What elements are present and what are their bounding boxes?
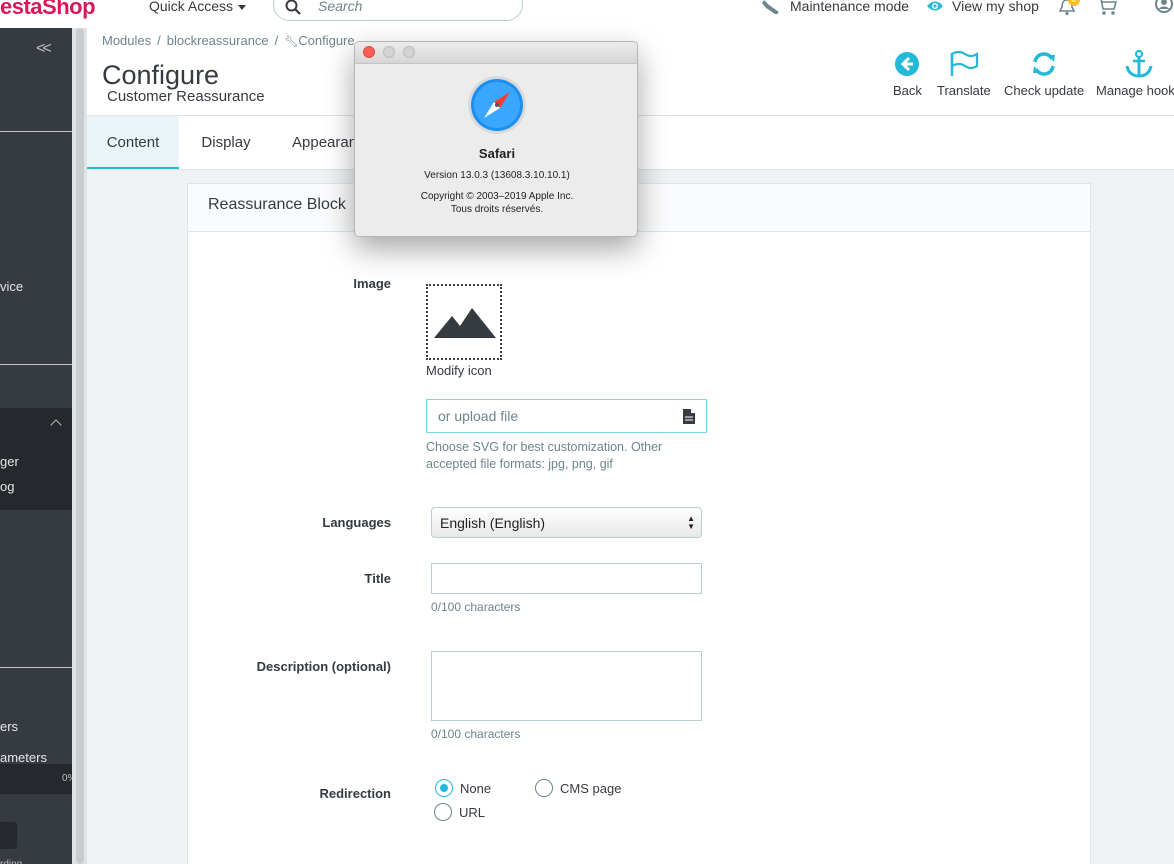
minimize-window-button bbox=[383, 46, 395, 58]
admin-sidebar: << vice ger og ers ameters 0% rding bbox=[0, 28, 72, 864]
anchor-icon bbox=[1125, 50, 1153, 78]
description-textarea[interactable] bbox=[431, 651, 702, 721]
breadcrumb-current: Configure bbox=[298, 33, 355, 48]
safari-compass-icon bbox=[468, 76, 526, 134]
description-char-counter: 0/100 characters bbox=[431, 727, 521, 741]
upload-placeholder: or upload file bbox=[438, 408, 519, 424]
dialog-titlebar[interactable] bbox=[355, 42, 637, 64]
sidebar-divider bbox=[0, 131, 72, 132]
search-icon bbox=[285, 0, 301, 15]
radio-empty-icon bbox=[535, 779, 553, 797]
orders-cart[interactable] bbox=[1097, 0, 1118, 19]
radio-label: None bbox=[460, 780, 492, 796]
onboarding-button[interactable] bbox=[0, 822, 17, 849]
breadcrumb-modules[interactable]: Modules bbox=[102, 33, 151, 48]
languages-label: Languages bbox=[322, 515, 391, 530]
tab-content[interactable]: Content bbox=[87, 116, 179, 170]
language-selected-value: English (English) bbox=[440, 515, 546, 531]
quick-access-label: Quick Access bbox=[149, 0, 234, 14]
top-bar: estaShop Quick Access Maintenance mode V… bbox=[0, 0, 1174, 24]
redirection-none-radio[interactable]: None bbox=[435, 779, 491, 797]
close-window-button[interactable] bbox=[363, 46, 375, 58]
radio-empty-icon bbox=[434, 803, 452, 821]
wrench-icon: 🔧︎ bbox=[284, 36, 299, 48]
description-label: Description (optional) bbox=[256, 659, 391, 674]
upload-file-field[interactable]: or upload file bbox=[426, 399, 707, 433]
manage-hooks-button[interactable]: Manage hooks bbox=[1096, 50, 1174, 98]
sidebar-subitem-partial[interactable]: ger bbox=[0, 454, 19, 469]
sidebar-scrollbar[interactable] bbox=[72, 28, 87, 864]
title-label: Title bbox=[364, 571, 392, 586]
back-label: Back bbox=[893, 83, 922, 98]
translate-button[interactable]: Translate bbox=[937, 50, 991, 98]
page-title: Configure bbox=[102, 60, 220, 90]
redirection-url-radio[interactable]: URL bbox=[434, 803, 485, 821]
search-box[interactable] bbox=[273, 0, 523, 21]
radio-label: CMS page bbox=[560, 780, 622, 796]
app-name: Safari bbox=[478, 146, 516, 161]
refresh-icon bbox=[1033, 52, 1056, 76]
page-subtitle: Customer Reassurance bbox=[107, 88, 265, 105]
sidebar-item-partial[interactable]: ers bbox=[0, 719, 18, 734]
quick-access-menu[interactable]: Quick Access bbox=[149, 0, 247, 14]
eye-icon bbox=[927, 1, 943, 11]
card-header: Reassurance Block bbox=[188, 184, 1090, 232]
card-title: Reassurance Block bbox=[208, 196, 346, 213]
progress-percent: 0% bbox=[62, 773, 72, 784]
title-char-counter: 0/100 characters bbox=[431, 600, 521, 614]
sidebar-subitem-partial[interactable]: og bbox=[0, 479, 14, 494]
brand-logo[interactable]: estaShop bbox=[0, 0, 96, 20]
sidebar-divider bbox=[0, 667, 72, 668]
image-preview[interactable] bbox=[426, 284, 502, 360]
back-button[interactable]: Back bbox=[893, 50, 922, 98]
zoom-window-button bbox=[403, 46, 415, 58]
flag-icon bbox=[950, 50, 978, 76]
select-arrows-icon: ▲ ▼ bbox=[687, 514, 695, 531]
image-label: Image bbox=[353, 276, 391, 291]
mountain-icon bbox=[434, 308, 496, 338]
search-input[interactable] bbox=[318, 0, 508, 15]
back-arrow-icon bbox=[895, 52, 920, 76]
cart-icon bbox=[1100, 0, 1118, 15]
file-icon bbox=[683, 409, 695, 424]
view-shop-label: View my shop bbox=[952, 0, 1039, 14]
breadcrumb-separator: / bbox=[274, 33, 279, 48]
redirection-label: Redirection bbox=[319, 786, 391, 801]
translate-label: Translate bbox=[937, 83, 991, 98]
sidebar-item-partial[interactable]: ameters bbox=[0, 750, 47, 765]
sidebar-item-partial: rding bbox=[0, 859, 22, 864]
wrench-icon bbox=[762, 0, 779, 14]
user-account[interactable] bbox=[1152, 0, 1174, 19]
manage-hooks-label: Manage hooks bbox=[1096, 83, 1174, 98]
radio-label: URL bbox=[459, 804, 486, 820]
breadcrumb-module[interactable]: blockreassurance bbox=[167, 33, 269, 48]
upload-help-text: Choose SVG for best customization. Other… bbox=[426, 440, 663, 471]
tab-display[interactable]: Display bbox=[179, 116, 273, 170]
check-update-label: Check update bbox=[1004, 83, 1085, 98]
app-rights: Tous droits réservés. bbox=[450, 204, 544, 215]
title-input[interactable] bbox=[431, 563, 702, 594]
sidebar-item-partial[interactable]: vice bbox=[0, 279, 23, 294]
breadcrumb-separator: / bbox=[157, 33, 161, 48]
check-update-button[interactable]: Check update bbox=[1004, 50, 1084, 98]
app-version: Version 13.0.3 (13608.3.10.10.1) bbox=[424, 170, 570, 181]
collapse-sidebar-icon[interactable]: << bbox=[36, 40, 52, 58]
view-shop-link[interactable]: View my shop bbox=[926, 0, 1039, 14]
caret-down-icon bbox=[238, 4, 247, 10]
maintenance-mode-label: Maintenance mode bbox=[790, 0, 910, 14]
app-copyright: Copyright © 2003–2019 Apple Inc. bbox=[420, 191, 574, 202]
modify-icon-link[interactable]: Modify icon bbox=[426, 363, 492, 378]
sidebar-divider bbox=[0, 364, 72, 365]
radio-selected-icon bbox=[435, 779, 453, 797]
language-select[interactable]: English (English) ▲ ▼ bbox=[431, 507, 702, 538]
breadcrumb: Modules / blockreassurance / 🔧︎Configure bbox=[102, 33, 355, 48]
maintenance-mode-link[interactable]: Maintenance mode bbox=[762, 0, 909, 14]
user-icon bbox=[1155, 0, 1173, 13]
redirection-cms-radio[interactable]: CMS page bbox=[535, 779, 621, 797]
about-safari-dialog: Safari Version 13.0.3 (13608.3.10.10.1) … bbox=[354, 41, 638, 237]
scrollbar-thumb[interactable] bbox=[76, 28, 84, 864]
